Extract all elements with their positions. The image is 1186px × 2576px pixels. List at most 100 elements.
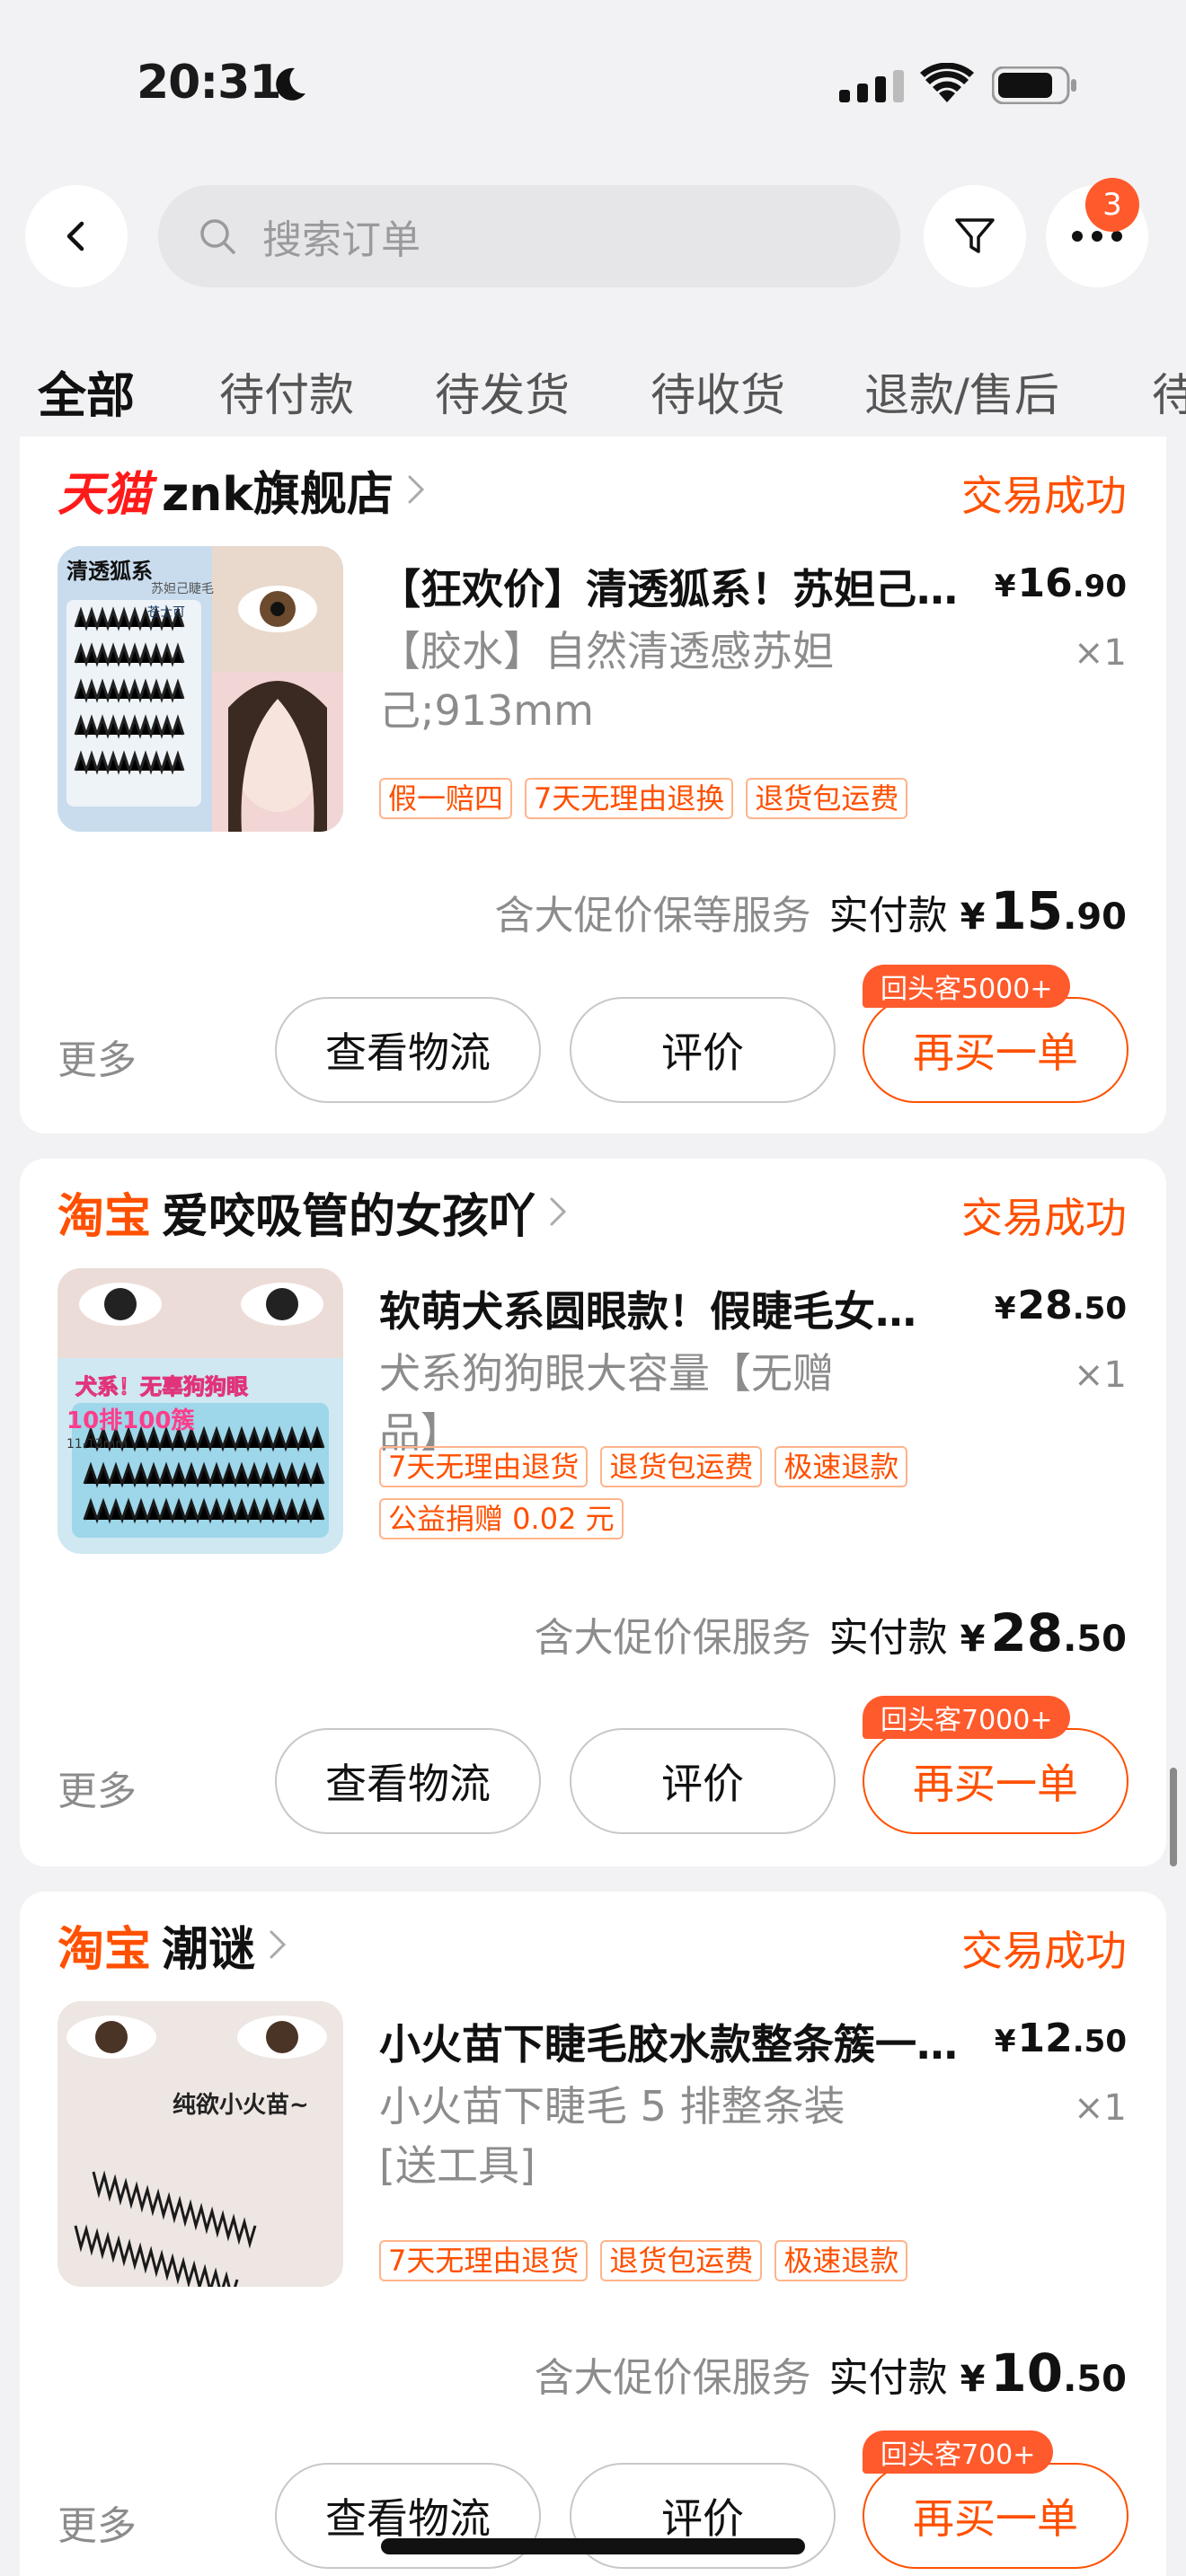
- payment-summary: 含大促价保服务 实付款 ¥10.50: [534, 2342, 1127, 2404]
- service-tag: 假一赔四: [379, 778, 513, 819]
- service-tags: 假一赔四 7天无理由退换 退货包运费: [379, 778, 1062, 819]
- service-tag: 7天无理由退货: [379, 1446, 589, 1487]
- svg-text:纯欲小火苗~: 纯欲小火苗~: [173, 2091, 309, 2119]
- product-title[interactable]: 【狂欢价】清透狐系！苏妲己…: [379, 557, 990, 616]
- wifi-icon: [920, 63, 974, 102]
- service-tag: 退货包运费: [600, 1446, 763, 1487]
- scrollbar[interactable]: [1170, 1768, 1177, 1866]
- product-image[interactable]: 清透狐系 苏妲己睫毛 苍士可: [58, 546, 343, 832]
- paid-amount: 10: [990, 2342, 1064, 2404]
- order-status: 交易成功: [961, 472, 1127, 520]
- order-card[interactable]: 淘宝 潮谜 交易成功 纯欲小火苗~ 小火苗下睫毛胶水款整条簇一… ¥12.50 …: [20, 1892, 1166, 2576]
- service-tag: 极速退款: [774, 1446, 908, 1487]
- search-placeholder: 搜索订单: [262, 217, 420, 263]
- review-button[interactable]: 评价: [570, 997, 836, 1103]
- tab-refund-aftersale[interactable]: 退款/售后: [864, 359, 1059, 422]
- svg-text:犬系！无辜狗狗眼: 犬系！无辜狗狗眼: [75, 1374, 248, 1399]
- buy-again-button[interactable]: 再买一单: [863, 997, 1128, 1103]
- order-card[interactable]: 天猫 znk旗舰店 交易成功 清透狐系 苏妲己睫毛 苍士可 【狂欢价】清透狐系！…: [20, 437, 1166, 1134]
- paid-label: 实付款: [828, 1615, 948, 1661]
- shop-header[interactable]: 淘宝 潮谜: [58, 1913, 288, 1977]
- service-note: 含大促价保服务: [534, 2355, 811, 2401]
- order-status: 交易成功: [961, 1927, 1127, 1975]
- view-logistics-button[interactable]: 查看物流: [275, 997, 541, 1103]
- moon-icon: [276, 67, 305, 101]
- home-indicator[interactable]: [381, 2538, 805, 2554]
- svg-text:苏妲己睫毛: 苏妲己睫毛: [151, 581, 214, 596]
- view-logistics-button[interactable]: 查看物流: [275, 1728, 541, 1834]
- more-link[interactable]: 更多: [58, 1028, 137, 1085]
- product-image[interactable]: 犬系！无辜狗狗眼 10排100簇 11-13mm: [58, 1268, 343, 1554]
- tab-pending-receipt[interactable]: 待收货: [651, 359, 785, 422]
- product-image[interactable]: 纯欲小火苗~: [58, 2001, 343, 2287]
- payment-summary: 含大促价保服务 实付款 ¥28.50: [534, 1602, 1127, 1663]
- repeat-customer-badge: 回头客700+: [863, 2430, 1054, 2474]
- product-price: ¥16.90: [994, 560, 1127, 606]
- buy-again-button[interactable]: 再买一单: [863, 2463, 1128, 2569]
- search-icon: [200, 219, 235, 254]
- order-card[interactable]: 淘宝 爱咬吸管的女孩吖 交易成功 犬系！无辜狗狗眼 10排100簇 11-13m…: [20, 1159, 1166, 1866]
- tab-all[interactable]: 全部: [38, 356, 135, 422]
- platform-label: 淘宝: [58, 1189, 152, 1244]
- chevron-right-icon: [408, 475, 425, 504]
- service-note: 含大促价保等服务: [494, 893, 811, 939]
- more-link[interactable]: 更多: [58, 2493, 137, 2551]
- chevron-left-icon: [66, 221, 84, 251]
- more-link[interactable]: 更多: [58, 1759, 137, 1816]
- header-bar: 搜索订单 3: [0, 162, 1186, 314]
- tab-pending-payment[interactable]: 待付款: [219, 359, 354, 422]
- product-sku: 【胶水】自然清透感苏妲己;913mm: [379, 627, 834, 735]
- payment-summary: 含大促价保等服务 实付款 ¥15.90: [494, 880, 1127, 941]
- product-sku: 犬系狗狗眼大容量【无赠品】: [379, 1349, 834, 1457]
- service-tag: 公益捐赠 0.02 元: [379, 1498, 624, 1539]
- paid-amount: 28: [990, 1602, 1064, 1663]
- chevron-right-icon: [550, 1197, 567, 1226]
- status-bar: 20:31: [0, 0, 1186, 162]
- tab-pending-review[interactable]: 待: [1152, 359, 1186, 422]
- back-button[interactable]: [25, 185, 128, 287]
- product-price: ¥28.50: [994, 1283, 1127, 1328]
- svg-text:清透狐系: 清透狐系: [66, 559, 153, 584]
- shop-header[interactable]: 天猫 znk旗舰店: [58, 458, 426, 522]
- service-note: 含大促价保服务: [534, 1615, 811, 1661]
- product-quantity: ×1: [1074, 2087, 1127, 2129]
- order-actions: 更多 查看物流 评价 再买一单 回头客700+: [20, 2430, 1166, 2571]
- service-tag: 极速退款: [774, 2240, 908, 2281]
- tab-pending-shipment[interactable]: 待发货: [435, 359, 570, 422]
- chevron-right-icon: [270, 1930, 287, 1959]
- filter-icon: [955, 218, 995, 253]
- order-status: 交易成功: [961, 1194, 1127, 1242]
- shop-name: 潮谜: [162, 1922, 256, 1977]
- status-time: 20:31: [137, 56, 282, 110]
- notification-badge: 3: [1085, 178, 1139, 232]
- paid-label: 实付款: [828, 893, 948, 939]
- buy-again-button[interactable]: 再买一单: [863, 1728, 1128, 1834]
- product-quantity: ×1: [1074, 1354, 1127, 1396]
- shop-header[interactable]: 淘宝 爱咬吸管的女孩吖: [58, 1180, 568, 1244]
- product-quantity: ×1: [1074, 632, 1127, 674]
- repeat-customer-badge: 回头客7000+: [863, 1696, 1071, 1739]
- service-tag: 7天无理由退货: [379, 2240, 589, 2281]
- product-price: ¥12.50: [994, 2016, 1127, 2061]
- battery-icon: [992, 66, 1076, 104]
- shop-name: znk旗舰店: [162, 467, 394, 522]
- order-actions: 更多 查看物流 评价 再买一单 回头客7000+: [20, 1696, 1166, 1836]
- platform-label: 天猫: [58, 467, 152, 522]
- review-button[interactable]: 评价: [570, 1728, 836, 1834]
- search-input[interactable]: 搜索订单: [158, 185, 900, 287]
- service-tags: 7天无理由退货 退货包运费 极速退款: [379, 2240, 1062, 2281]
- order-tabs: 全部 待付款 待发货 待收货 退款/售后 待: [0, 314, 1186, 422]
- product-title[interactable]: 小火苗下睫毛胶水款整条簇一…: [379, 2012, 990, 2071]
- svg-text:11-13mm: 11-13mm: [66, 1437, 128, 1451]
- platform-label: 淘宝: [58, 1922, 152, 1977]
- shop-name: 爱咬吸管的女孩吖: [162, 1189, 536, 1244]
- service-tag: 退货包运费: [600, 2240, 763, 2281]
- product-title[interactable]: 软萌犬系圆眼款！假睫毛女…: [379, 1279, 990, 1338]
- order-actions: 更多 查看物流 评价 再买一单 回头客5000+: [20, 965, 1166, 1105]
- paid-label: 实付款: [828, 2355, 948, 2401]
- paid-amount: 15: [990, 880, 1064, 941]
- svg-text:苍士可: 苍士可: [147, 605, 185, 620]
- product-sku: 小火苗下睫毛 5 排整条装[送工具]: [379, 2082, 845, 2190]
- filter-button[interactable]: [924, 185, 1026, 287]
- cellular-signal-icon: [839, 70, 904, 102]
